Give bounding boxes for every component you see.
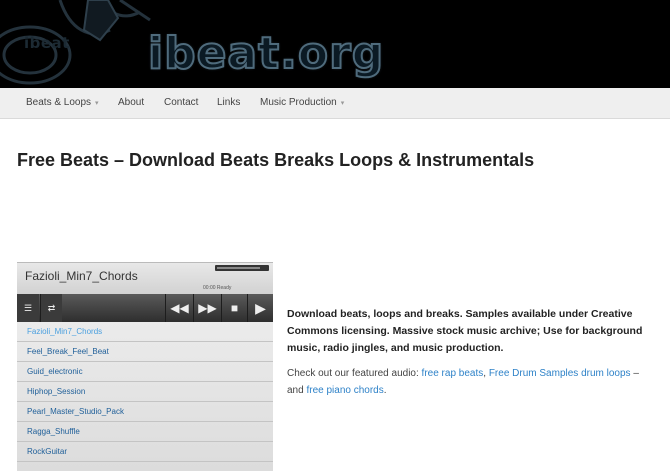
featured-suffix: .: [383, 385, 387, 396]
player-status: 00:00 Ready: [203, 285, 232, 291]
featured-separator: ,: [483, 368, 487, 379]
nav-item-about[interactable]: About: [118, 97, 144, 108]
site-description: Download beats, loops and breaks. Sample…: [287, 308, 643, 354]
playlist-item[interactable]: Feel_Break_Feel_Beat: [17, 342, 273, 362]
nav-item-beats-loops[interactable]: Beats & Loops ▾: [26, 97, 99, 108]
playlist-toggle-icon[interactable]: ☰: [17, 294, 39, 322]
shuffle-icon[interactable]: ⇄: [40, 294, 62, 322]
fast-forward-button[interactable]: ▶▶: [193, 294, 221, 322]
nav-item-contact[interactable]: Contact: [164, 97, 198, 108]
nav-item-label: Links: [217, 97, 241, 108]
volume-slider[interactable]: [215, 265, 269, 271]
play-icon: ▶: [255, 299, 266, 316]
featured-prefix: Check out our featured audio:: [287, 368, 419, 379]
chevron-down-icon: ▾: [95, 100, 99, 107]
nav-item-label: About: [118, 97, 145, 108]
featured-audio-text: Check out our featured audio: free rap b…: [287, 365, 657, 399]
stop-icon: ■: [230, 301, 239, 315]
site-logo[interactable]: ibeat.org: [147, 27, 384, 80]
stop-button[interactable]: ■: [221, 294, 247, 322]
logo-small-text: ibeat: [24, 34, 70, 52]
link-free-drum-samples[interactable]: Free Drum Samples drum loops: [489, 368, 631, 379]
nav-item-label: Music Production: [260, 97, 337, 108]
playlist-item[interactable]: Pearl_Master_Studio_Pack: [17, 402, 273, 422]
player-controls: ☰ ⇄ ◀◀ ▶▶ ■ ▶: [17, 294, 273, 322]
playlist-item[interactable]: Ragga_Shuffle: [17, 422, 273, 442]
main-nav: Beats & Loops ▾ About Contact Links Music…: [0, 88, 670, 119]
nav-item-music-production[interactable]: Music Production ▾: [260, 97, 344, 108]
nav-item-label: Beats & Loops: [26, 97, 92, 108]
playlist-item[interactable]: RockGuitar: [17, 442, 273, 462]
page-title: Free Beats – Download Beats Breaks Loops…: [17, 150, 535, 170]
audio-player: Fazioli_Min7_Chords 00:00 Ready ☰ ⇄ ◀◀ ▶…: [17, 262, 273, 471]
current-track-name: Fazioli_Min7_Chords: [25, 269, 138, 283]
playlist-item[interactable]: Guid_electronic: [17, 362, 273, 382]
playlist-item[interactable]: Fazioli_Min7_Chords: [17, 322, 273, 342]
volume-level: [217, 267, 260, 269]
link-free-piano-chords[interactable]: free piano chords: [306, 385, 383, 396]
playlist-item[interactable]: Hiphop_Session: [17, 382, 273, 402]
site-header-banner[interactable]: ibeat ibeat.org: [0, 0, 670, 88]
playlist: Fazioli_Min7_Chords Feel_Break_Feel_Beat…: [17, 322, 273, 471]
nav-item-label: Contact: [164, 97, 199, 108]
link-free-rap-beats[interactable]: free rap beats: [422, 368, 484, 379]
nav-item-links[interactable]: Links: [217, 97, 240, 108]
rewind-icon: ◀◀: [170, 301, 189, 315]
chevron-down-icon: ▾: [340, 100, 345, 107]
player-header: Fazioli_Min7_Chords 00:00 Ready: [17, 262, 273, 294]
fast-forward-icon: ▶▶: [198, 301, 217, 315]
play-button[interactable]: ▶: [247, 294, 273, 322]
rewind-button[interactable]: ◀◀: [165, 294, 193, 322]
